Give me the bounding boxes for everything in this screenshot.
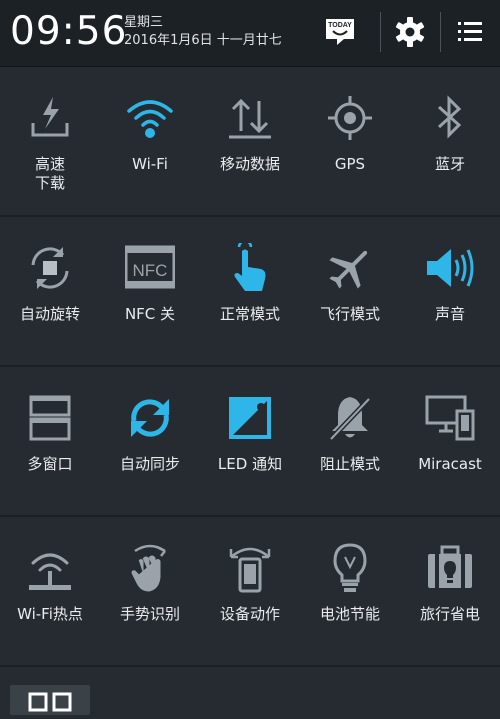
touch-hand-icon [225,239,275,293]
list-menu-icon[interactable] [452,14,488,50]
toggle-row: 多窗口 自动同步 LED 通知 阻止模式 Miracast [0,367,500,517]
toggle-nfc[interactable]: NFC NFC 关 [100,217,200,367]
toggle-label: LED 通知 [217,455,283,473]
nfc-icon: NFC [124,243,176,293]
quick-settings-grid: 高速 下载 Wi-Fi 移动数据 GPS 蓝牙 自动旋转 NFC NFC 关 正… [0,67,500,667]
toggle-blocking-mode[interactable]: 阻止模式 [300,367,400,517]
toggle-gps[interactable]: GPS [300,67,400,217]
toggle-label: Miracast [418,455,482,473]
toggle-label: 设备动作 [219,605,280,623]
device-motion-icon [225,543,275,593]
toggle-wifi[interactable]: Wi-Fi [100,67,200,217]
toggle-led-notification[interactable]: LED 通知 [200,367,300,517]
travel-power-icon [425,543,475,593]
sound-icon [425,243,475,293]
blocking-mode-icon [325,393,375,443]
toggle-gesture[interactable]: 手势识别 [100,517,200,667]
toggle-label: 高速 下载 [34,155,65,192]
status-divider [440,12,441,52]
gps-icon [325,93,375,143]
toggle-label: 自动旋转 [19,305,80,323]
today-badge-text: TODAY [328,22,352,29]
toggle-label: 自动同步 [119,455,180,473]
toggle-auto-rotate[interactable]: 自动旋转 [0,217,100,367]
toggle-label: 移动数据 [219,155,280,173]
today-icon[interactable]: TODAY [322,14,358,50]
toggle-label: GPS [334,155,366,173]
download-boost-icon [25,93,75,143]
miracast-icon [425,393,475,443]
toggle-label: 蓝牙 [434,155,465,173]
toggle-row: 自动旋转 NFC NFC 关 正常模式 飞行模式 声音 [0,217,500,367]
toggle-label: 飞行模式 [319,305,380,323]
toggle-multi-window[interactable]: 多窗口 [0,367,100,517]
status-divider [380,12,381,52]
auto-rotate-icon [25,243,75,293]
svg-text:NFC: NFC [133,261,168,280]
bluetooth-icon [425,93,475,143]
toggle-power-saving[interactable]: 电池节能 [300,517,400,667]
toggle-airplane-mode[interactable]: 飞行模式 [300,217,400,367]
toggle-travel-power[interactable]: 旅行省电 [400,517,500,667]
multi-window-icon [25,393,75,443]
toggle-normal-mode[interactable]: 正常模式 [200,217,300,367]
weekday: 星期三 [124,15,164,30]
clock-time: 09:56 [10,9,128,54]
wifi-hotspot-icon [25,543,75,593]
airplane-icon [325,243,375,293]
toggle-mobile-data[interactable]: 移动数据 [200,67,300,217]
settings-gear-icon[interactable] [392,14,428,50]
toggle-row: Wi-Fi热点 手势识别 设备动作 电池节能 旅行省电 [0,517,500,667]
mobile-data-icon [225,93,275,143]
toggle-download-boost[interactable]: 高速 下载 [0,67,100,217]
toggle-miracast[interactable]: Miracast [400,367,500,517]
date-block: 星期三 2016年1月6日 十一月廿七 [124,14,282,50]
toggle-label: 多窗口 [27,455,73,473]
toggle-label: 正常模式 [219,305,280,323]
toggle-label: 手势识别 [119,605,180,623]
toggle-label: 声音 [434,305,465,323]
toggle-device-motion[interactable]: 设备动作 [200,517,300,667]
led-notification-icon [225,393,275,443]
toggle-label: 阻止模式 [319,455,380,473]
date-text: 2016年1月6日 十一月廿七 [124,33,282,48]
power-saving-icon [325,543,375,593]
toggle-label: 电池节能 [319,605,380,623]
toggle-sound[interactable]: 声音 [400,217,500,367]
toggle-row: 高速 下载 Wi-Fi 移动数据 GPS 蓝牙 [0,67,500,217]
toggle-wifi-hotspot[interactable]: Wi-Fi热点 [0,517,100,667]
bottom-bar [0,670,500,715]
toggle-label: NFC 关 [124,305,176,323]
toggle-label: Wi-Fi [132,155,168,173]
status-bar: 09:56 星期三 2016年1月6日 十一月廿七 TODAY [0,0,500,67]
sync-icon [125,393,175,443]
toggle-label: 旅行省电 [419,605,480,623]
toggle-bluetooth[interactable]: 蓝牙 [400,67,500,217]
wifi-icon [125,93,175,143]
toggle-label: Wi-Fi热点 [17,605,83,623]
toggle-auto-sync[interactable]: 自动同步 [100,367,200,517]
gesture-icon [125,543,175,593]
